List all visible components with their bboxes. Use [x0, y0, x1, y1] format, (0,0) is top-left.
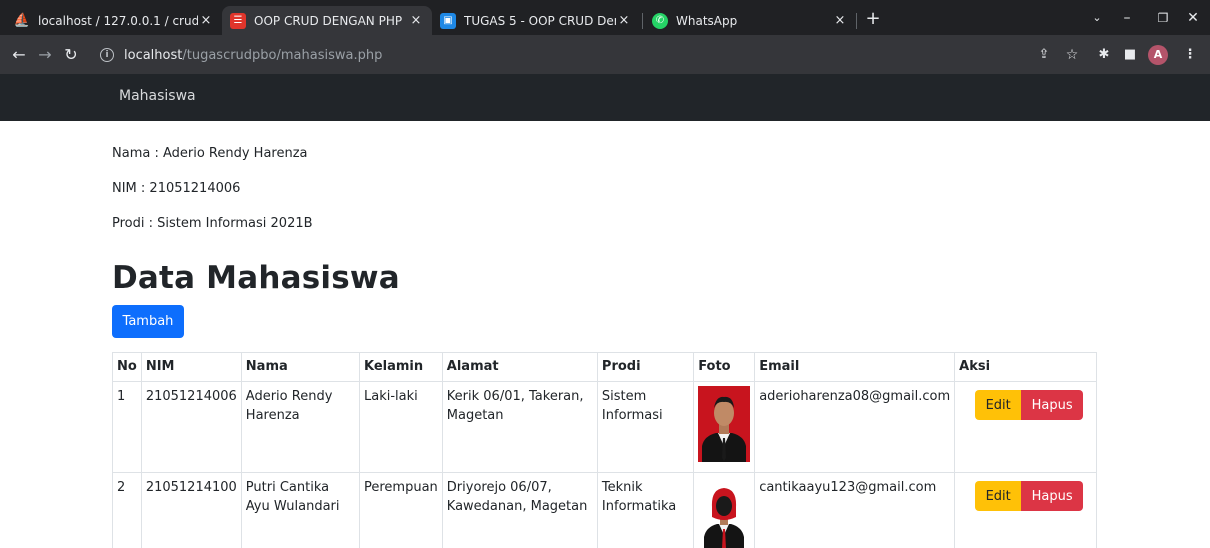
arrow-left-icon[interactable]: ←: [8, 44, 30, 66]
delete-button[interactable]: Hapus: [1021, 481, 1084, 511]
cell-foto: [693, 381, 756, 473]
cell-email: aderioharenza08@gmail.com: [754, 381, 956, 473]
student-prodi: Prodi : Sistem Informasi 2021B: [112, 216, 313, 231]
cell-alamat: Driyorejo 06/07, Kawedanan, Magetan: [441, 472, 598, 548]
cell-no: 1: [112, 381, 142, 473]
tab-oop-crud[interactable]: ☰ OOP CRUD DENGAN PHP ×: [222, 6, 432, 35]
tab-separator: [856, 13, 857, 29]
kebab-menu-icon[interactable]: ⋮: [1180, 45, 1200, 65]
phpmyadmin-favicon-icon: ⛵: [13, 13, 31, 28]
edit-button[interactable]: Edit: [975, 481, 1022, 511]
app-navbar: Mahasiswa: [0, 74, 1210, 121]
cell-nim: 21051214006: [140, 381, 242, 473]
cell-prodi: Teknik Informatika: [596, 472, 695, 548]
student-photo: [698, 386, 751, 462]
delete-button[interactable]: Hapus: [1021, 390, 1084, 420]
student-nim: NIM : 21051214006: [112, 181, 241, 196]
col-header-no: No: [112, 352, 142, 382]
cell-alamat: Kerik 06/01, Takeran, Magetan: [441, 381, 598, 473]
cell-foto: [693, 472, 756, 548]
info-icon[interactable]: i: [100, 48, 114, 62]
edit-button[interactable]: Edit: [975, 390, 1022, 420]
restore-icon[interactable]: ❐: [1148, 7, 1178, 29]
cell-nama: Aderio Rendy Harenza: [240, 381, 360, 473]
tab-title: OOP CRUD DENGAN PHP: [254, 13, 403, 28]
tab-title: localhost / 127.0.0.1 / crud-php /: [38, 13, 198, 28]
tab-tugas5[interactable]: ▣ TUGAS 5 - OOP CRUD Dengan PI ×: [432, 6, 640, 35]
col-header-kelamin: Kelamin: [358, 352, 443, 382]
url-path: /tugascrudpbo/mahasiswa.php: [182, 47, 383, 63]
puzzle-icon[interactable]: ✱: [1094, 45, 1114, 65]
cell-kelamin: Perempuan: [358, 472, 443, 548]
reload-icon[interactable]: ↻: [60, 44, 82, 66]
col-header-foto: Foto: [693, 352, 756, 382]
col-header-alamat: Alamat: [441, 352, 598, 382]
close-icon[interactable]: ×: [408, 13, 424, 28]
cell-no: 2: [112, 472, 142, 548]
close-icon[interactable]: ×: [198, 13, 214, 28]
navbar-brand[interactable]: Mahasiswa: [119, 88, 196, 104]
address-bar[interactable]: i localhost/tugascrudpbo/mahasiswa.php: [100, 44, 1100, 66]
sidebar-icon[interactable]: ■: [1120, 45, 1140, 65]
tab-phpmyadmin[interactable]: ⛵ localhost / 127.0.0.1 / crud-php / ×: [6, 6, 222, 35]
share-icon[interactable]: ⇪: [1034, 45, 1054, 65]
col-header-aksi: Aksi: [954, 352, 1097, 382]
profile-avatar[interactable]: A: [1148, 45, 1168, 65]
cell-aksi: Edit Hapus: [954, 381, 1097, 473]
col-header-nim: NIM: [140, 352, 242, 382]
table-row: 2 21051214100 Putri Cantika Ayu Wulandar…: [112, 472, 1097, 548]
close-icon[interactable]: ×: [616, 13, 632, 28]
browser-tab-bar: ⛵ localhost / 127.0.0.1 / crud-php / × ☰…: [0, 0, 1210, 35]
page-title: Data Mahasiswa: [112, 260, 400, 296]
cell-prodi: Sistem Informasi: [596, 381, 695, 473]
cell-kelamin: Laki-laki: [358, 381, 443, 473]
arrow-right-icon[interactable]: →: [34, 44, 56, 66]
cell-email: cantikaayu123@gmail.com: [754, 472, 956, 548]
add-button[interactable]: Tambah: [112, 305, 184, 338]
tab-separator: [642, 13, 643, 29]
whatsapp-favicon-icon: ✆: [652, 12, 668, 29]
close-icon[interactable]: ×: [832, 13, 848, 28]
classroom-favicon-icon: ▣: [440, 12, 456, 29]
col-header-nama: Nama: [240, 352, 360, 382]
table-row: 1 21051214006 Aderio Rendy Harenza Laki-…: [112, 381, 1097, 473]
close-window-icon[interactable]: ✕: [1178, 7, 1208, 29]
tab-search-chevron-icon[interactable]: ⌄: [1082, 7, 1112, 29]
tab-whatsapp[interactable]: ✆ WhatsApp ×: [644, 6, 856, 35]
url-host: localhost: [124, 47, 183, 63]
col-header-prodi: Prodi: [596, 352, 695, 382]
student-photo: [698, 477, 751, 548]
col-header-email: Email: [754, 352, 956, 382]
cell-nama: Putri Cantika Ayu Wulandari: [240, 472, 360, 548]
tab-title: TUGAS 5 - OOP CRUD Dengan PI: [464, 13, 616, 28]
tab-title: WhatsApp: [676, 13, 738, 28]
new-tab-button[interactable]: +: [862, 8, 884, 30]
codepolitan-favicon-icon: ☰: [230, 12, 246, 29]
table-header-row: No NIM Nama Kelamin Alamat Prodi Foto Em…: [112, 352, 1097, 382]
cell-aksi: Edit Hapus: [954, 472, 1097, 548]
student-name: Nama : Aderio Rendy Harenza: [112, 146, 308, 161]
students-table: No NIM Nama Kelamin Alamat Prodi Foto Em…: [112, 352, 1097, 548]
minimize-icon[interactable]: –: [1112, 7, 1142, 29]
star-icon[interactable]: ☆: [1062, 45, 1082, 65]
cell-nim: 21051214100: [140, 472, 242, 548]
